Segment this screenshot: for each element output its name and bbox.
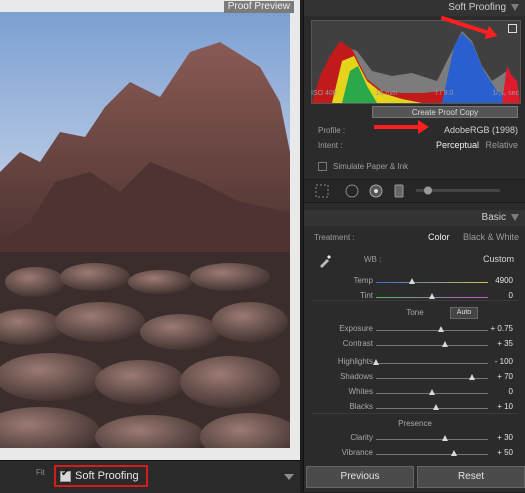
bottom-toolbar: Fit bbox=[0, 460, 300, 493]
slider-track[interactable] bbox=[376, 363, 488, 364]
slider-highlights[interactable]: Highlights - 100 bbox=[304, 357, 525, 369]
slider-temp[interactable]: Temp 4900 bbox=[304, 276, 525, 288]
collapse-triangle-icon[interactable] bbox=[511, 4, 519, 11]
slider-value[interactable]: 4900 bbox=[483, 276, 513, 285]
toolbar-menu-chevron-icon[interactable] bbox=[284, 474, 294, 480]
slider-label: Whites bbox=[348, 387, 373, 396]
slider-value[interactable]: 0 bbox=[483, 387, 513, 396]
treatment-label: Treatment : bbox=[314, 233, 355, 242]
slider-knob[interactable] bbox=[429, 389, 435, 395]
soft-proofing-checkbox[interactable]: Soft Proofing bbox=[54, 465, 148, 487]
slider-label: Tint bbox=[359, 291, 373, 300]
intent-label: Intent : bbox=[318, 141, 343, 150]
eyedropper-icon[interactable] bbox=[318, 254, 332, 268]
slider-label: Contrast bbox=[342, 339, 373, 348]
slider-knob[interactable] bbox=[373, 359, 379, 365]
slider-track[interactable] bbox=[376, 439, 488, 440]
crop-icon bbox=[315, 184, 329, 198]
tool-strip bbox=[315, 184, 500, 198]
reset-button[interactable]: Reset bbox=[417, 466, 525, 488]
slider-label: Blacks bbox=[349, 402, 373, 411]
treatment-color-option[interactable]: Color bbox=[428, 232, 450, 242]
basic-panel-header[interactable]: Basic bbox=[304, 210, 525, 226]
profile-select[interactable]: AdobeRGB (1998) bbox=[444, 125, 518, 135]
slider-knob[interactable] bbox=[442, 435, 449, 441]
simulate-paper-ink-label: Simulate Paper & Ink bbox=[333, 161, 409, 171]
create-proof-copy-button[interactable]: Create Proof Copy bbox=[372, 106, 518, 118]
slider-blacks[interactable]: Blacks + 10 bbox=[304, 402, 525, 414]
soft-proofing-title: Soft Proofing bbox=[448, 2, 506, 13]
wb-label: WB : bbox=[364, 255, 382, 264]
adjustment-brush-icon bbox=[424, 186, 432, 195]
wb-row: WB : Custom bbox=[364, 254, 514, 266]
slider-value[interactable]: - 100 bbox=[483, 357, 513, 366]
slider-tint[interactable]: Tint 0 bbox=[304, 291, 525, 303]
proof-preview-area: Proof Preview bbox=[0, 0, 300, 460]
slider-label: Temp bbox=[353, 276, 373, 285]
slider-label: Highlights bbox=[337, 357, 373, 366]
iso-value: ISO 400 bbox=[311, 90, 337, 97]
collapse-triangle-icon[interactable] bbox=[511, 214, 519, 221]
slider-clarity[interactable]: Clarity + 30 bbox=[304, 433, 525, 445]
annotation-arrow bbox=[374, 120, 429, 134]
slider-track[interactable] bbox=[376, 330, 488, 331]
slider-track[interactable] bbox=[376, 345, 488, 346]
treatment-row: Treatment : Color Black & White bbox=[314, 232, 519, 244]
intent-row: Intent : Perceptual Relative bbox=[318, 140, 518, 152]
soft-proofing-checkbox-box[interactable] bbox=[60, 468, 71, 482]
spot-removal-icon bbox=[345, 184, 359, 198]
basic-title: Basic bbox=[481, 212, 506, 223]
slider-value[interactable]: + 30 bbox=[483, 433, 513, 442]
histogram-info: ISO 400 16 mm f / 9.0 1/₁₄₀ sec bbox=[311, 90, 519, 100]
slider-label: Shadows bbox=[340, 372, 373, 381]
slider-value[interactable]: + 35 bbox=[483, 339, 513, 348]
fit-label: Fit bbox=[36, 468, 45, 477]
graduated-filter-icon bbox=[394, 184, 404, 198]
slider-label: Exposure bbox=[339, 324, 373, 333]
soft-proofing-checkbox-label: Soft Proofing bbox=[75, 470, 139, 482]
slider-exposure[interactable]: Exposure + 0.75 bbox=[304, 324, 525, 336]
slider-knob[interactable] bbox=[437, 326, 444, 332]
slider-value[interactable]: + 70 bbox=[483, 372, 513, 381]
slider-value[interactable]: + 50 bbox=[483, 448, 513, 457]
slider-knob[interactable] bbox=[442, 341, 449, 347]
soft-proofing-panel-header[interactable]: Soft Proofing bbox=[304, 0, 525, 16]
presence-section-title: Presence bbox=[398, 419, 432, 428]
slider-value[interactable]: + 0.75 bbox=[483, 324, 513, 333]
slider-knob[interactable] bbox=[408, 278, 415, 284]
wb-select[interactable]: Custom bbox=[483, 254, 514, 264]
slider-value[interactable]: + 10 bbox=[483, 402, 513, 411]
slider-whites[interactable]: Whites 0 bbox=[304, 387, 525, 399]
slider-knob[interactable] bbox=[451, 450, 458, 456]
slider-knob[interactable] bbox=[469, 374, 476, 380]
slider-label: Vibrance bbox=[341, 448, 373, 457]
slider-label: Clarity bbox=[350, 433, 373, 442]
aperture-value: f / 9.0 bbox=[435, 90, 454, 97]
destination-gamut-warning-icon[interactable] bbox=[508, 24, 517, 33]
tone-auto-button[interactable]: Auto bbox=[450, 307, 478, 319]
slider-value[interactable]: 0 bbox=[483, 291, 513, 300]
proof-preview-label: Proof Preview bbox=[223, 1, 294, 13]
previous-button[interactable]: Previous bbox=[306, 466, 414, 488]
treatment-bw-option[interactable]: Black & White bbox=[463, 232, 519, 242]
slider-shadows[interactable]: Shadows + 70 bbox=[304, 372, 525, 384]
focal-length: 16 mm bbox=[375, 90, 397, 97]
slider-track[interactable] bbox=[376, 454, 488, 455]
preview-photo bbox=[0, 12, 290, 448]
tone-section-title: Tone bbox=[406, 308, 424, 317]
simulate-paper-ink-checkbox[interactable] bbox=[318, 161, 327, 171]
slider-knob[interactable] bbox=[433, 404, 440, 410]
slider-contrast[interactable]: Contrast + 35 bbox=[304, 339, 525, 351]
slider-track[interactable] bbox=[376, 282, 488, 283]
slider-knob[interactable] bbox=[429, 293, 435, 299]
profile-label: Profile : bbox=[318, 126, 346, 135]
local-adjust-toolbar bbox=[304, 179, 525, 203]
intent-relative-option[interactable]: Relative bbox=[485, 140, 518, 150]
intent-perceptual-option[interactable]: Perceptual bbox=[436, 140, 479, 150]
shutter-speed: 1/₁₄₀ sec bbox=[492, 90, 519, 97]
develop-right-panel: Soft Proofing ISO 400 16 mm f / 9.0 1/₁₄… bbox=[303, 0, 525, 492]
slider-vibrance[interactable]: Vibrance + 50 bbox=[304, 448, 525, 460]
simulate-paper-ink-row[interactable]: Simulate Paper & Ink bbox=[318, 160, 518, 172]
slider-track[interactable] bbox=[376, 408, 488, 409]
